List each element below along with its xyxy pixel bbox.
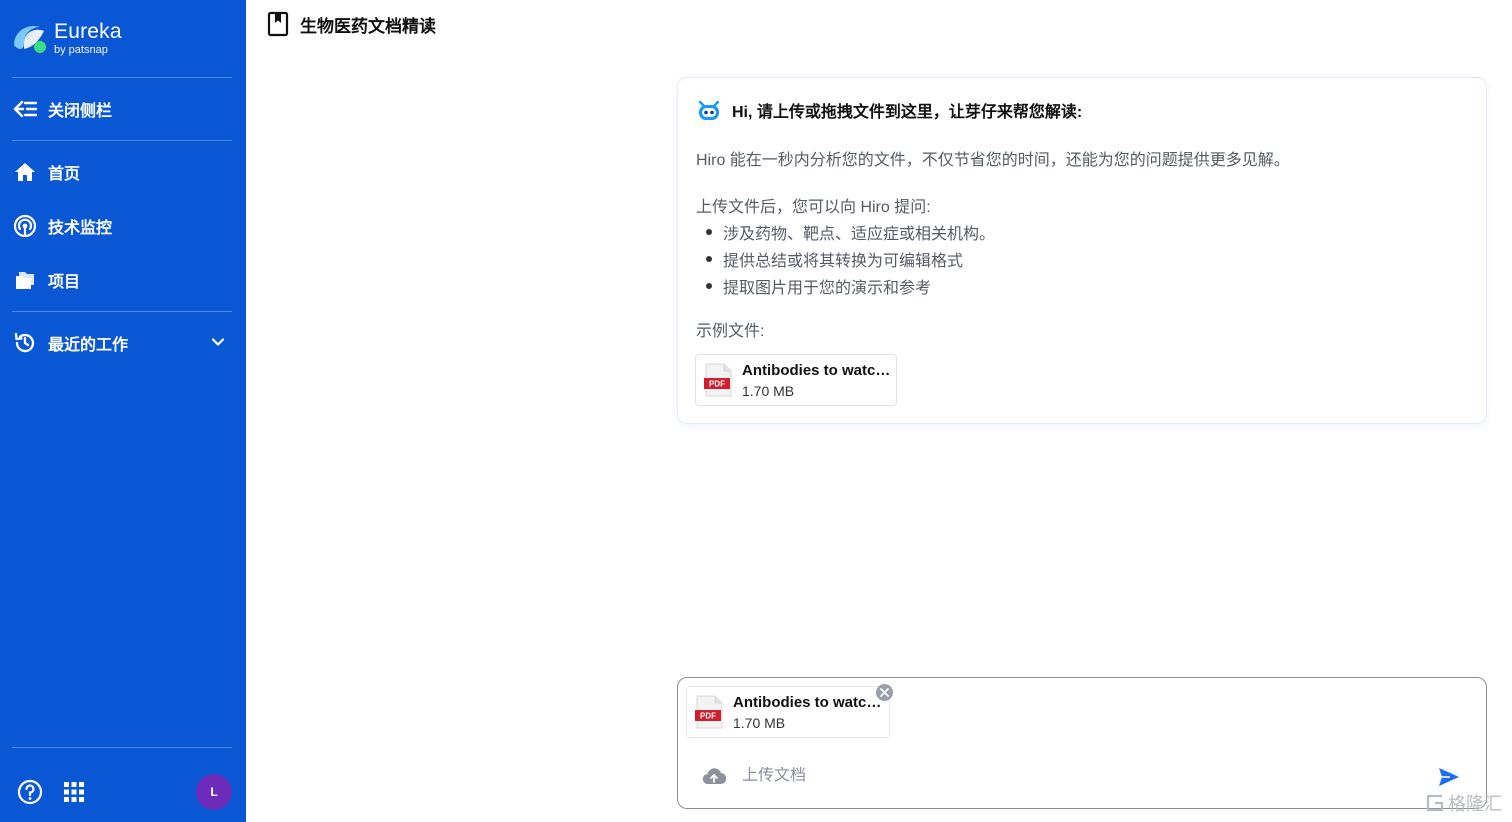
- list-item: 涉及药物、靶点、适应症或相关机构。: [696, 218, 995, 245]
- example-file-card[interactable]: PDF Antibodies to watch in 2024 1.70 MB: [695, 354, 897, 406]
- apps-grid-icon[interactable]: [60, 778, 88, 806]
- welcome-card: Hi, 请上传或拖拽文件到这里，让芽仔来帮您解读: Hiro 能在一秒内分析您的…: [677, 77, 1487, 424]
- help-icon[interactable]: [16, 778, 44, 806]
- welcome-header: Hi, 请上传或拖拽文件到这里，让芽仔来帮您解读:: [696, 98, 1082, 122]
- upload-document-input[interactable]: [742, 767, 1342, 785]
- examples-label: 示例文件:: [696, 323, 765, 340]
- folder-icon: [12, 267, 38, 293]
- pdf-file-icon: PDF: [704, 363, 732, 397]
- list-item: 提取图片用于您的演示和参考: [696, 272, 995, 299]
- brand-sub: by patsnap: [54, 43, 108, 56]
- history-icon: [12, 330, 38, 356]
- svg-text:PDF: PDF: [709, 380, 725, 389]
- close-sidebar-button[interactable]: 关闭侧栏: [12, 91, 234, 127]
- cloud-upload-icon[interactable]: [702, 764, 726, 788]
- sidebar-item-label: 首页: [48, 166, 81, 183]
- watermark-text: 格隆汇: [1448, 794, 1502, 814]
- sidebar: Eureka by patsnap 关闭侧栏 首页 技术监控 项目 最近的工作 …: [0, 0, 246, 822]
- bookmark-icon: [266, 10, 290, 38]
- chat-input-box: PDF Antibodies to watch in 2024 1.70 MB: [677, 677, 1487, 809]
- upload-row: [702, 764, 1342, 788]
- sidebar-divider: [12, 140, 232, 141]
- attached-file-card[interactable]: PDF Antibodies to watch in 2024 1.70 MB: [686, 686, 890, 738]
- svg-text:PDF: PDF: [700, 712, 716, 721]
- page-title: 生物医药文档精读: [300, 16, 436, 36]
- attached-file-size: 1.70 MB: [733, 714, 786, 731]
- page-header: 生物医药文档精读: [266, 10, 436, 38]
- collapse-arrow-icon: [12, 96, 38, 122]
- capability-list: 涉及药物、靶点、适应症或相关机构。 提供总结或将其转换为可编辑格式 提取图片用于…: [696, 218, 995, 299]
- monitor-icon: [12, 213, 38, 239]
- user-avatar[interactable]: L: [196, 774, 232, 810]
- home-icon: [12, 159, 38, 185]
- sidebar-item-label: 项目: [48, 274, 81, 291]
- sidebar-item-home[interactable]: 首页: [12, 154, 234, 190]
- after-upload-text: 上传文件后，您可以向 Hiro 提问:: [696, 199, 931, 216]
- send-icon: [1439, 768, 1459, 786]
- example-file-size: 1.70 MB: [742, 382, 795, 399]
- hiro-bot-icon: [698, 100, 720, 120]
- watermark-logo-icon: [1426, 794, 1444, 812]
- sidebar-item-label: 最近的工作: [48, 337, 129, 354]
- sidebar-footer: L: [12, 772, 234, 812]
- close-sidebar-label: 关闭侧栏: [48, 103, 113, 120]
- chevron-down-icon[interactable]: [210, 334, 226, 355]
- list-item: 提供总结或将其转换为可编辑格式: [696, 245, 995, 272]
- remove-file-icon[interactable]: [876, 684, 893, 701]
- example-file-name: Antibodies to watch in 2024: [742, 361, 894, 379]
- brand-logo[interactable]: Eureka by patsnap: [10, 18, 122, 58]
- eureka-logo-icon: [14, 25, 46, 53]
- sidebar-divider: [12, 77, 232, 78]
- sidebar-item-projects[interactable]: 项目: [12, 262, 234, 298]
- sidebar-divider: [12, 747, 232, 748]
- watermark: 格隆汇: [1424, 790, 1502, 816]
- sidebar-item-recent-work[interactable]: 最近的工作: [12, 325, 234, 361]
- sidebar-item-tech-monitor[interactable]: 技术监控: [12, 208, 234, 244]
- attached-file-name: Antibodies to watch in 2024: [733, 693, 885, 711]
- sidebar-divider: [12, 311, 232, 312]
- pdf-file-icon: PDF: [695, 695, 723, 729]
- send-button[interactable]: [1436, 765, 1462, 789]
- welcome-title: Hi, 请上传或拖拽文件到这里，让芽仔来帮您解读:: [732, 104, 1083, 121]
- sidebar-item-label: 技术监控: [48, 220, 113, 237]
- brand-name: Eureka: [54, 19, 122, 43]
- welcome-intro: Hiro 能在一秒内分析您的文件，不仅节省您的时间，还能为您的问题提供更多见解。: [696, 152, 1290, 169]
